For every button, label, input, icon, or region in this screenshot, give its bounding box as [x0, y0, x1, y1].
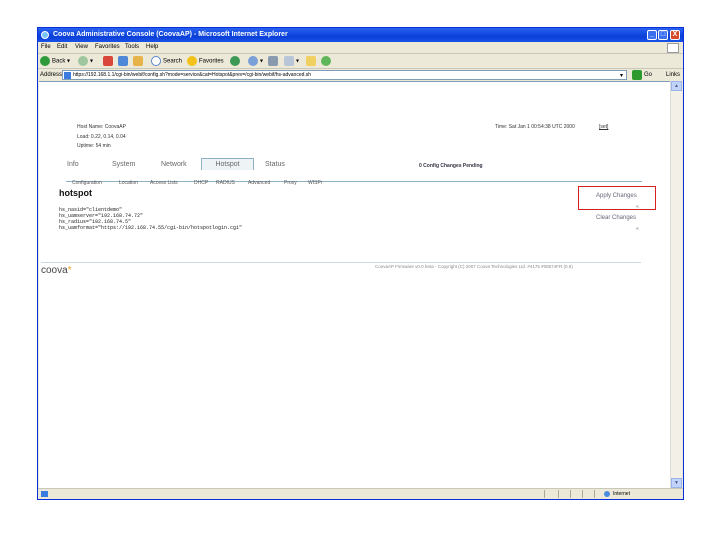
close-button[interactable]: X [670, 30, 680, 40]
edit-icon [284, 56, 294, 66]
page-icon [64, 72, 71, 79]
subtab-access-lists[interactable]: Access Lists [150, 180, 178, 186]
tab-hotspot[interactable]: Hotspot [201, 158, 254, 170]
links-button[interactable]: Links [666, 69, 680, 81]
copyright-text: CoovaAP Firmware v0.0 beta - Copyright (… [375, 264, 573, 269]
print-icon [268, 56, 278, 66]
history-button[interactable] [230, 56, 242, 67]
system-time: Time: Sat Jan 1 00:54:38 UTC 2000 [495, 124, 575, 130]
refresh-icon [118, 56, 128, 66]
history-icon [230, 56, 240, 66]
page-status-icon [41, 491, 48, 497]
subtab-proxy[interactable]: Proxy [284, 180, 297, 186]
go-arrow-icon[interactable] [632, 70, 642, 80]
address-url: https://192.168.1.1/cgi-bin/webif/config… [73, 72, 312, 78]
ie-icon [41, 31, 49, 39]
toolbar: Back ▾ ▾ Search Favorites ▾ ▾ [38, 53, 683, 69]
globe-icon [604, 490, 610, 497]
forward-button[interactable]: ▾ [78, 56, 93, 67]
address-input[interactable]: https://192.168.1.1/cgi-bin/webif/config… [62, 70, 627, 80]
forward-arrow-icon [78, 56, 88, 66]
stop-button[interactable] [103, 56, 115, 67]
back-button[interactable]: Back ▾ [40, 56, 70, 67]
windows-logo-icon [667, 43, 679, 53]
status-divider [594, 490, 595, 498]
star-icon: * [67, 265, 72, 276]
address-bar: Address https://192.168.1.1/cgi-bin/webi… [38, 69, 683, 81]
favorites-button[interactable]: Favorites [187, 56, 224, 67]
tab-status[interactable]: Status [265, 161, 285, 168]
subtab-radius[interactable]: RADIUS [216, 180, 235, 186]
security-zone: Internet [604, 489, 630, 499]
menu-favorites[interactable]: Favorites [95, 42, 120, 53]
star-icon [187, 56, 197, 66]
footer-divider [41, 262, 641, 263]
maximize-button[interactable]: □ [658, 30, 668, 40]
folder-button[interactable] [306, 56, 318, 67]
search-button[interactable]: Search [151, 56, 182, 67]
menu-edit[interactable]: Edit [57, 42, 67, 53]
minimize-button[interactable]: _ [647, 30, 657, 40]
messenger-button[interactable] [321, 56, 333, 67]
clear-arrow-icon: « [636, 226, 639, 232]
mail-button[interactable]: ▾ [248, 56, 263, 67]
browser-window: Coova Administrative Console (CoovaAP) -… [37, 27, 684, 500]
tab-info[interactable]: Info [67, 161, 79, 168]
mail-icon [248, 56, 258, 66]
print-button[interactable] [268, 56, 280, 67]
status-divider [558, 490, 559, 498]
menu-tools[interactable]: Tools [125, 42, 139, 53]
coova-logo: coova* [41, 265, 72, 276]
apply-arrow-icon: « [636, 204, 639, 210]
go-button[interactable]: Go [644, 69, 652, 81]
scroll-up-icon[interactable]: ▲ [671, 81, 682, 91]
edit-button[interactable]: ▾ [284, 56, 299, 67]
set-time-link[interactable]: [set] [599, 124, 608, 130]
menu-bar: File Edit View Favorites Tools Help [38, 42, 683, 53]
subtab-location[interactable]: Location [119, 180, 138, 186]
menu-file[interactable]: File [41, 42, 51, 53]
load-average: Load: 0.22, 0.14, 0.04 [77, 134, 126, 140]
vertical-scrollbar[interactable]: ▲ ▼ [670, 81, 682, 488]
stop-icon [103, 56, 113, 66]
host-name: Host Name: CoovaAP [77, 124, 126, 130]
folder-icon [306, 56, 316, 66]
status-divider [582, 490, 583, 498]
clear-changes-link[interactable]: Clear Changes [596, 215, 636, 221]
subtab-configuration[interactable]: Configuration [72, 180, 102, 186]
home-icon [133, 56, 143, 66]
menu-view[interactable]: View [75, 42, 88, 53]
tab-network[interactable]: Network [161, 161, 187, 168]
status-bar: Internet [38, 488, 683, 499]
apply-changes-link[interactable]: Apply Changes [596, 193, 637, 199]
uptime: Uptime: 54 min [77, 143, 111, 149]
status-divider [570, 490, 571, 498]
tab-system[interactable]: System [112, 161, 135, 168]
address-label: Address [40, 72, 63, 78]
config-line: hs_uamformat="https://192.168.74.55/cgi-… [59, 225, 243, 231]
subtab-advanced[interactable]: Advanced [248, 180, 270, 186]
status-divider [544, 490, 545, 498]
page-content: Host Name: CoovaAP Load: 0.22, 0.14, 0.0… [39, 81, 670, 488]
pending-changes: 0 Config Changes Pending [419, 163, 483, 169]
scroll-down-icon[interactable]: ▼ [671, 478, 682, 488]
title-bar: Coova Administrative Console (CoovaAP) -… [38, 28, 683, 42]
section-heading: hotspot [59, 188, 92, 198]
menu-help[interactable]: Help [146, 42, 158, 53]
messenger-icon [321, 56, 331, 66]
subtab-dhcp[interactable]: DHCP [194, 180, 208, 186]
back-arrow-icon [40, 56, 50, 66]
refresh-button[interactable] [118, 56, 130, 67]
subtab-wispr[interactable]: WISPr [308, 180, 322, 186]
search-icon [151, 56, 161, 66]
window-title: Coova Administrative Console (CoovaAP) -… [53, 31, 288, 38]
home-button[interactable] [133, 56, 145, 67]
